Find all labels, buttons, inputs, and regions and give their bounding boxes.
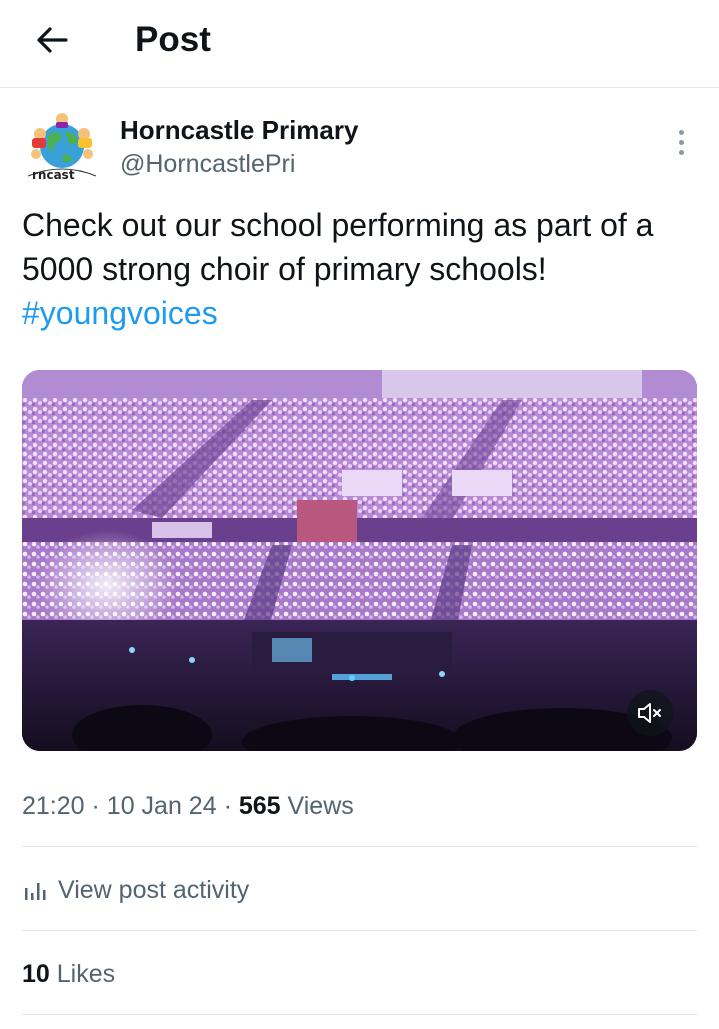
more-options-button[interactable] [664, 124, 698, 160]
divider [22, 1014, 697, 1015]
page-title: Post [135, 20, 211, 59]
speaker-muted-icon [638, 703, 661, 723]
more-vertical-icon [678, 129, 684, 135]
author-handle[interactable]: @HorncastlePri [120, 148, 295, 180]
meta-separator: · [91, 792, 100, 820]
likes-count: 10 [22, 960, 50, 988]
hashtag-link[interactable]: #youngvoices [22, 295, 218, 331]
post-date: 10 Jan 24 [106, 792, 217, 820]
post-time: 21:20 [22, 792, 85, 820]
likes-button[interactable]: 10 Likes [22, 956, 115, 992]
post-text: Check out our school performing as part … [22, 207, 654, 287]
author-name[interactable]: Horncastle Primary [120, 114, 358, 146]
avatar[interactable]: rncast [20, 110, 102, 192]
views-count: 565 [238, 792, 281, 820]
divider [22, 930, 697, 931]
post-body: Check out our school performing as part … [22, 203, 702, 335]
post-meta: 21:20 · 10 Jan 24 · 565 Views [22, 788, 354, 824]
likes-label: Likes [56, 960, 116, 988]
mute-toggle-button[interactable] [627, 690, 673, 736]
school-logo-icon: rncast [27, 113, 97, 182]
video-player[interactable] [22, 370, 697, 751]
view-post-activity-button[interactable]: View post activity [22, 872, 249, 908]
divider [22, 846, 697, 847]
top-bar: Post [0, 0, 719, 88]
video-frame [22, 370, 697, 751]
activity-label: View post activity [58, 876, 250, 904]
bar-chart-icon [25, 883, 46, 900]
views-label: Views [287, 792, 354, 820]
back-button[interactable] [30, 18, 74, 62]
meta-separator: · [223, 792, 232, 820]
arrow-left-icon [37, 27, 68, 53]
avatar-logo-text: rncast [32, 168, 75, 182]
